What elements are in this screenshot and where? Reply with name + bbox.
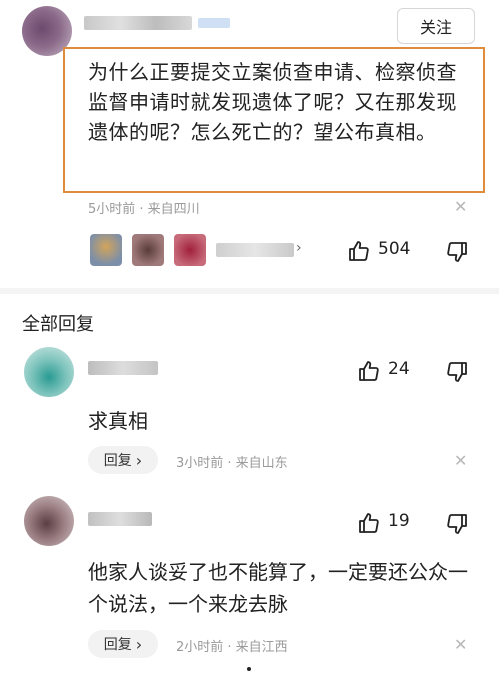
chevron-right-icon: › <box>135 450 143 470</box>
reply-text: 他家人谈妥了也不能算了，一定要还公众一个说法，一个来龙去脉 <box>88 560 468 616</box>
avatar <box>90 234 122 266</box>
reply-meta: 2小时前 · 来自江西 <box>176 640 288 655</box>
section-divider <box>0 288 499 294</box>
avatar <box>132 234 164 266</box>
avatar <box>174 234 206 266</box>
user-badge-blurred <box>198 18 230 28</box>
reply-button-label: 回复 <box>103 453 132 469</box>
username-blurred[interactable] <box>88 361 158 375</box>
page-dot-indicator <box>247 667 251 671</box>
reply-button[interactable]: 回复 › <box>88 630 158 658</box>
follow-button-label: 关注 <box>419 18 452 37</box>
avatar[interactable] <box>24 496 74 546</box>
dismiss-icon[interactable]: ✕ <box>454 635 467 654</box>
like-icon[interactable] <box>346 238 372 264</box>
reply-preview[interactable]: › <box>88 232 308 268</box>
reply-summary-blurred <box>216 243 294 257</box>
chevron-right-icon: › <box>135 634 143 654</box>
like-icon[interactable] <box>356 358 382 384</box>
dislike-icon[interactable] <box>444 239 470 265</box>
section-title: 全部回复 <box>22 314 94 335</box>
like-count: 24 <box>388 359 410 379</box>
reply-button-label: 回复 <box>103 637 132 653</box>
reply-text: 求真相 <box>88 409 148 433</box>
like-count: 19 <box>388 511 410 531</box>
dislike-icon[interactable] <box>444 511 470 537</box>
follow-button[interactable]: 关注 <box>397 8 475 44</box>
username-blurred[interactable] <box>88 512 152 526</box>
dismiss-icon[interactable]: ✕ <box>454 451 467 470</box>
comment-text: 为什么正要提交立案侦查申请、检察侦查监督申请时就发现遗体了呢？又在那发现遗体的呢… <box>88 60 457 144</box>
like-icon[interactable] <box>356 510 382 536</box>
reply-meta: 3小时前 · 来自山东 <box>176 456 288 471</box>
like-count: 504 <box>378 239 411 259</box>
username-blurred[interactable] <box>84 16 192 30</box>
chevron-right-icon: › <box>296 240 302 256</box>
avatar[interactable] <box>24 347 74 397</box>
dislike-icon[interactable] <box>444 359 470 385</box>
comment-meta: 5小时前 · 来自四川 <box>88 202 200 217</box>
reply-button[interactable]: 回复 › <box>88 446 158 474</box>
dismiss-icon[interactable]: ✕ <box>454 197 467 216</box>
